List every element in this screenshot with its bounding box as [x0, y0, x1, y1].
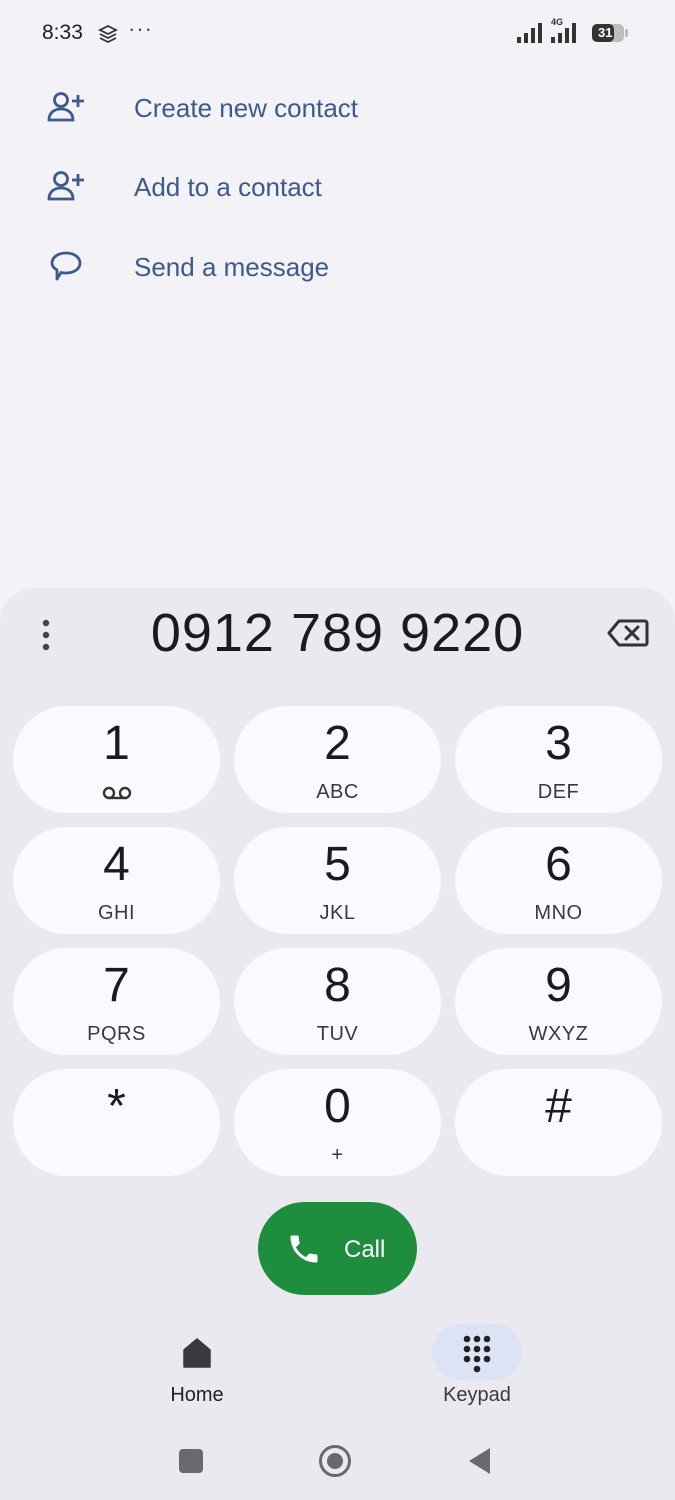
status-bar: 8:33 ··· 4G 31 [0, 0, 675, 68]
signal-bars-icon [551, 23, 576, 43]
nav-home[interactable]: Home [127, 1324, 267, 1424]
key-letters: TUV [316, 1023, 359, 1045]
key-4[interactable]: 4 GHI [13, 827, 220, 934]
call-label: Call [344, 1236, 386, 1263]
create-new-contact-label: Create new contact [134, 93, 359, 123]
dialed-number: 0912 789 9220 [150, 603, 525, 663]
key-digit: 1 [103, 717, 130, 770]
key-letters: GHI [97, 902, 136, 924]
key-6[interactable]: 6 MNO [455, 827, 662, 934]
key-digit: # [545, 1080, 572, 1133]
key-letters: + [331, 1144, 344, 1166]
key-digit: 6 [545, 838, 572, 891]
key-letters: PQRS [87, 1023, 146, 1045]
nav-keypad-label: Keypad [443, 1384, 511, 1406]
key-letters: MNO [534, 902, 583, 924]
key-star[interactable]: * [13, 1069, 220, 1176]
layers-icon [97, 24, 119, 44]
nav-keypad[interactable]: Keypad [407, 1324, 547, 1424]
key-digit: 2 [324, 717, 351, 770]
status-overflow: ··· [128, 16, 153, 41]
add-to-contact-label: Add to a contact [134, 172, 322, 202]
create-new-contact-option[interactable]: Create new contact [0, 76, 675, 140]
key-8[interactable]: 8 TUV [234, 948, 441, 1055]
battery-level: 31 [598, 25, 613, 40]
key-0[interactable]: 0 + [234, 1069, 441, 1176]
key-digit: 7 [103, 959, 130, 1012]
key-digit: 0 [324, 1080, 351, 1133]
key-letters: WXYZ [528, 1023, 589, 1045]
key-digit: 4 [103, 838, 130, 891]
more-options-icon[interactable] [36, 618, 56, 652]
back-icon[interactable] [466, 1446, 492, 1476]
key-digit: 8 [324, 959, 351, 1012]
status-time: 8:33 [42, 21, 83, 44]
add-person-icon [47, 92, 84, 122]
backspace-icon[interactable] [607, 618, 649, 648]
key-9[interactable]: 9 WXYZ [455, 948, 662, 1055]
recents-button[interactable] [179, 1449, 203, 1473]
signal-bars-icon [517, 23, 542, 43]
nav-home-label: Home [170, 1384, 224, 1406]
key-letters: JKL [319, 902, 356, 924]
send-message-option[interactable]: Send a message [0, 235, 675, 299]
key-2[interactable]: 2 ABC [234, 706, 441, 813]
key-letters: ABC [316, 781, 359, 803]
home-icon [183, 1338, 211, 1368]
key-1[interactable]: 1 [13, 706, 220, 813]
key-5[interactable]: 5 JKL [234, 827, 441, 934]
dialpad-icon [463, 1335, 491, 1373]
add-person-icon [47, 171, 84, 201]
send-message-label: Send a message [134, 252, 330, 282]
phone-icon [290, 1235, 318, 1263]
key-digit: 3 [545, 717, 572, 770]
key-letters: DEF [537, 781, 580, 803]
message-bubble-icon [50, 251, 82, 281]
key-hash[interactable]: # [455, 1069, 662, 1176]
key-digit: * [107, 1080, 126, 1133]
key-3[interactable]: 3 DEF [455, 706, 662, 813]
add-to-contact-option[interactable]: Add to a contact [0, 155, 675, 219]
call-button[interactable]: Call [258, 1202, 417, 1295]
key-digit: 5 [324, 838, 351, 891]
system-home-button[interactable] [318, 1444, 352, 1478]
key-digit: 9 [545, 959, 572, 1012]
key-7[interactable]: 7 PQRS [13, 948, 220, 1055]
dialer-sheet: 0912 789 9220 1 2 ABC 3 DEF 4 GHI 5 JKL … [0, 588, 675, 1500]
voicemail-icon [102, 786, 132, 800]
